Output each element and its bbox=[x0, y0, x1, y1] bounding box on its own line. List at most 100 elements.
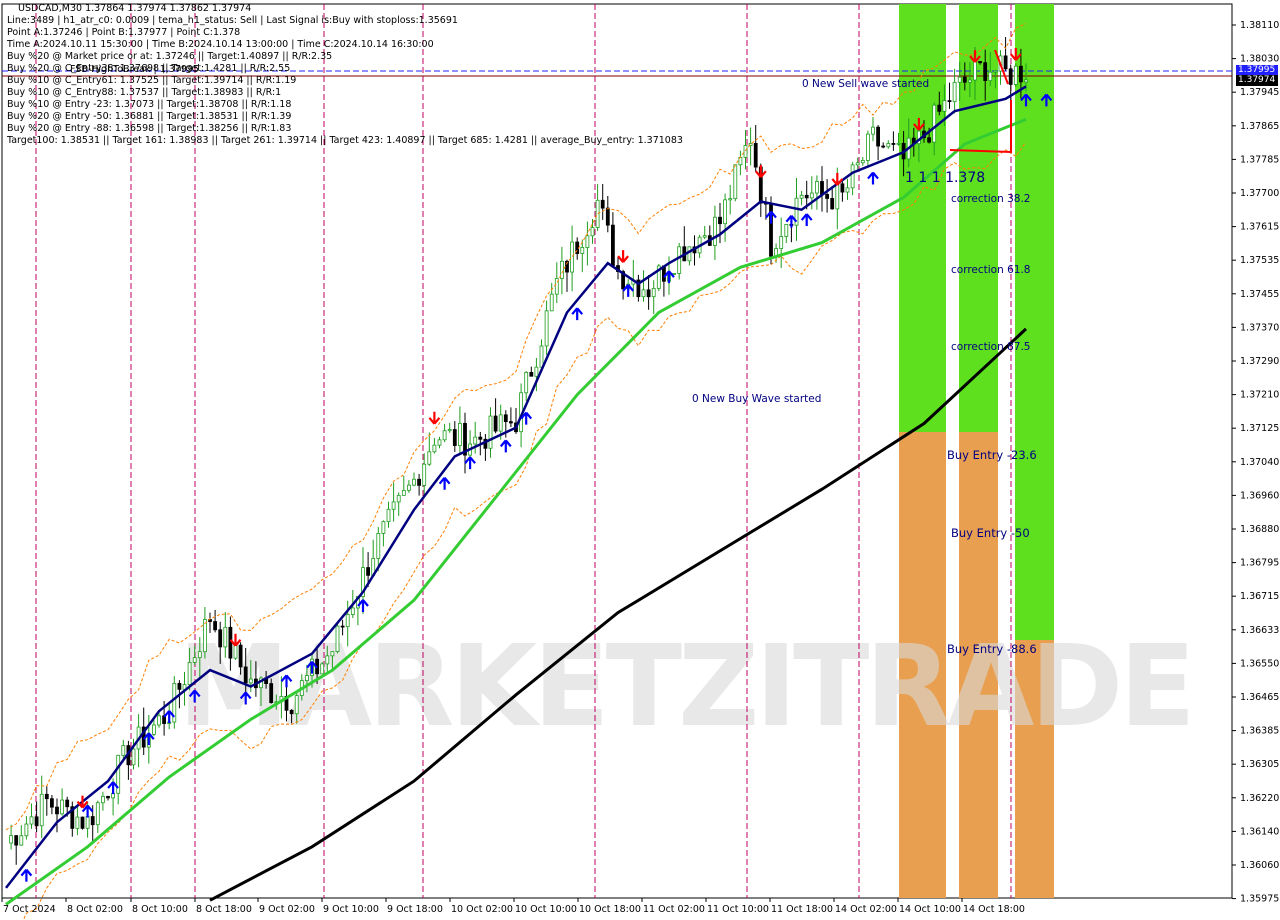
candle-body bbox=[320, 663, 325, 675]
watermark: MARKETZITRADE bbox=[178, 622, 1192, 752]
candle-body bbox=[753, 142, 758, 168]
candle-body bbox=[539, 345, 544, 368]
buy-arrow-icon bbox=[438, 477, 451, 490]
info-line: Time A:2024.10.11 15:30:00 | Time B:2024… bbox=[7, 39, 434, 50]
candle-body bbox=[677, 246, 682, 274]
candle-body bbox=[866, 133, 870, 161]
candle-body bbox=[544, 310, 549, 347]
buy-arrow-icon bbox=[867, 171, 879, 185]
y-tick-label: 1.36633 bbox=[1240, 625, 1279, 636]
candle-body bbox=[876, 126, 880, 147]
info-line: Buy %10 @ Entry -23: 1.37073 || Target:1… bbox=[7, 99, 292, 110]
candle-body bbox=[815, 181, 819, 194]
candle-body bbox=[595, 199, 600, 228]
buy-arrow-icon bbox=[765, 210, 777, 224]
candle-body bbox=[713, 216, 717, 246]
candle-body bbox=[427, 451, 432, 465]
candle-body bbox=[825, 194, 829, 199]
candle-body bbox=[228, 626, 233, 659]
x-tick-label: 14 Oct 10:00 bbox=[899, 904, 961, 915]
candle-body bbox=[269, 683, 274, 704]
ma-green-line bbox=[5, 117, 1027, 906]
y-tick-label: 1.37700 bbox=[1240, 188, 1279, 199]
candle-body bbox=[845, 187, 850, 193]
y-tick-label: 1.36385 bbox=[1240, 726, 1279, 737]
candle-body bbox=[19, 835, 24, 846]
candle-body bbox=[177, 683, 182, 690]
candle-body bbox=[381, 521, 386, 534]
y-tick-label: 1.38110 bbox=[1240, 20, 1279, 31]
candle-body bbox=[437, 439, 442, 446]
info-line: Target100: 1.38531 || Target 161: 1.3898… bbox=[7, 135, 683, 146]
candle-body bbox=[723, 199, 727, 225]
buy-arrow-icon bbox=[571, 307, 584, 321]
candle-body bbox=[886, 143, 891, 148]
candle-body bbox=[641, 289, 646, 298]
candle-body bbox=[213, 621, 218, 631]
sell-arrow-icon bbox=[617, 250, 629, 263]
correction-875-label: correction 87.5 bbox=[951, 341, 1030, 353]
candle-body bbox=[733, 164, 738, 200]
candle-body bbox=[891, 143, 896, 145]
candle-body bbox=[345, 614, 350, 627]
y-tick-label: 1.36060 bbox=[1240, 860, 1279, 871]
candle-body bbox=[325, 655, 330, 665]
candle-body bbox=[1008, 68, 1013, 85]
candle-body bbox=[937, 104, 942, 112]
candle-body bbox=[718, 216, 722, 225]
x-tick-label: 9 Oct 10:00 bbox=[323, 904, 379, 915]
candle-body bbox=[600, 199, 605, 209]
correction-382-label: correction 38.2 bbox=[951, 193, 1030, 205]
candle-body bbox=[1019, 65, 1023, 83]
candle-body bbox=[672, 273, 676, 275]
x-tick-label: 14 Oct 02:00 bbox=[835, 904, 897, 915]
candle-body bbox=[835, 183, 840, 210]
y-tick-label: 1.36550 bbox=[1240, 658, 1279, 669]
candle-body bbox=[590, 227, 595, 237]
candle-body bbox=[488, 415, 493, 449]
y-tick-label: 1.37455 bbox=[1240, 289, 1279, 300]
candle-body bbox=[452, 429, 457, 446]
candle-body bbox=[524, 372, 529, 394]
candle-body bbox=[860, 160, 865, 164]
candle-body bbox=[687, 246, 692, 262]
buy-wave-label: 0 New Buy Wave started bbox=[692, 393, 821, 405]
correction-618-label: correction 61.8 bbox=[951, 264, 1030, 276]
candle-body bbox=[243, 666, 248, 684]
candle-body bbox=[187, 661, 192, 685]
candle-body bbox=[391, 501, 396, 510]
info-line: Line:3489 | h1_atr_c0: 0.0009 | tema_h1_… bbox=[7, 15, 458, 26]
candle-body bbox=[702, 235, 707, 238]
target-zone-green bbox=[899, 4, 946, 432]
candle-body bbox=[376, 532, 381, 559]
buy-arrow-icon bbox=[499, 439, 512, 453]
candle-body bbox=[157, 715, 161, 726]
candle-body bbox=[386, 508, 391, 523]
tema-line bbox=[5, 85, 1027, 889]
candle-body bbox=[779, 236, 784, 249]
candle-body bbox=[396, 494, 401, 503]
candle-body bbox=[131, 748, 136, 766]
candle-body bbox=[585, 235, 590, 248]
candle-body bbox=[830, 198, 835, 210]
candle-body bbox=[422, 463, 427, 486]
y-tick-label: 1.36465 bbox=[1240, 692, 1279, 703]
candle-body bbox=[809, 192, 814, 199]
candle-body bbox=[855, 162, 860, 166]
symbol-line: USDCAD,M30 1.37864 1.37974 1.37862 1.379… bbox=[18, 3, 252, 14]
candle-body bbox=[993, 70, 998, 73]
info-line: Point A:1.37246 | Point B:1.37977 | Poin… bbox=[7, 27, 241, 38]
candle-body bbox=[447, 429, 452, 432]
x-tick-label: 8 Oct 18:00 bbox=[196, 904, 252, 915]
candle-body bbox=[952, 81, 957, 103]
info-line: Buy %10 @ C_Entry88: 1.37537 || Target:1… bbox=[7, 87, 282, 98]
candle-body bbox=[289, 709, 294, 715]
candle-body bbox=[442, 430, 447, 441]
candle-body bbox=[871, 126, 875, 135]
buy-arrow-icon bbox=[20, 868, 33, 882]
candle-body bbox=[39, 793, 44, 827]
x-tick-label: 11 Oct 18:00 bbox=[771, 904, 833, 915]
candle-body bbox=[95, 802, 100, 826]
candle-body bbox=[248, 678, 253, 684]
sell-wave-label: 0 New Sell wave started bbox=[802, 78, 929, 90]
